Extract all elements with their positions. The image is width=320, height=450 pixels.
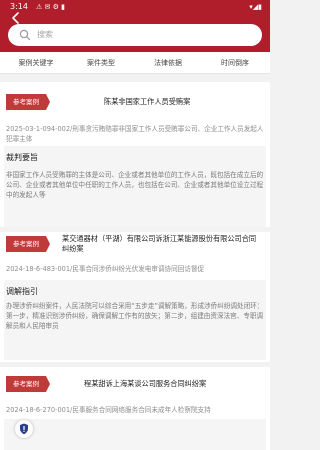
summary-panel bbox=[4, 419, 266, 450]
case-card[interactable]: 参考案例 某交通器材（平湖）有限公司诉浙江某能源股份有限公司合同纠纷案 2024… bbox=[0, 232, 270, 362]
section-body: 非国家工作人员受贿罪的主体是公司、企业或者其他单位的工作人员，既包括在成立后的公… bbox=[6, 171, 264, 199]
status-signal-battery-icons: ▾◢▮ bbox=[249, 3, 262, 11]
filter-legal-basis[interactable]: 法律依据 bbox=[138, 52, 198, 74]
top-bar: 3:14 ⚠ ✉ ⚙ ▮ ▾◢▮ 搜索 bbox=[0, 0, 270, 52]
filter-bar: 案例关键字 案件类型 法律依据 时间倒序 bbox=[0, 52, 270, 74]
filter-case-type[interactable]: 案件类型 bbox=[71, 52, 131, 74]
case-card[interactable]: 参考案例 陈某非国家工作人员受贿案 2025-03-1-094-002/刑事贪污… bbox=[0, 82, 270, 227]
section-body: 办理涉侨纠纷案件，人民法院可以综合采用“五步走”调解策略，形成涉侨纠纷调处闭环：… bbox=[6, 302, 264, 330]
floating-shield-button[interactable] bbox=[15, 420, 33, 438]
case-meta: 2025-03-1-094-002/刑事贪污贿赂罪非国家工作人员受贿罪公司、企业… bbox=[6, 125, 264, 143]
case-title[interactable]: 程某甜诉上海某谈公司服务合同纠纷案 bbox=[84, 379, 206, 389]
case-title[interactable]: 某交通器材（平湖）有限公司诉浙江某能源股份有限公司合同纠纷案 bbox=[62, 234, 262, 254]
reference-case-tag: 参考案例 bbox=[6, 376, 50, 392]
status-notification-icons: ⚠ ✉ ⚙ ▮ bbox=[36, 3, 65, 11]
case-meta: 2024-18-6-270-001/民事服务合同网络服务合同未成年人检察院支持 bbox=[6, 406, 211, 414]
section-title: 裁判要旨 bbox=[6, 153, 38, 162]
reference-case-tag: 参考案例 bbox=[6, 236, 50, 252]
case-title[interactable]: 陈某非国家工作人员受贿案 bbox=[104, 97, 190, 107]
search-input[interactable]: 搜索 bbox=[37, 29, 53, 41]
search-icon bbox=[19, 29, 31, 41]
shield-icon bbox=[20, 423, 28, 435]
case-card[interactable]: 参考案例 程某甜诉上海某谈公司服务合同纠纷案 2024-18-6-270-001… bbox=[0, 367, 270, 450]
reference-case-tag: 参考案例 bbox=[6, 94, 50, 110]
filter-time-desc[interactable]: 时间倒序 bbox=[205, 52, 265, 74]
filter-case-keyword[interactable]: 案例关键字 bbox=[6, 52, 66, 74]
back-arrow-icon[interactable] bbox=[9, 11, 23, 25]
search-bar[interactable]: 搜索 bbox=[8, 24, 262, 46]
case-meta: 2024-18-6-483-001/民事合同涉侨纠纷光伏发电审调协同回访督促 bbox=[6, 265, 205, 273]
section-title: 调解指引 bbox=[6, 287, 38, 296]
